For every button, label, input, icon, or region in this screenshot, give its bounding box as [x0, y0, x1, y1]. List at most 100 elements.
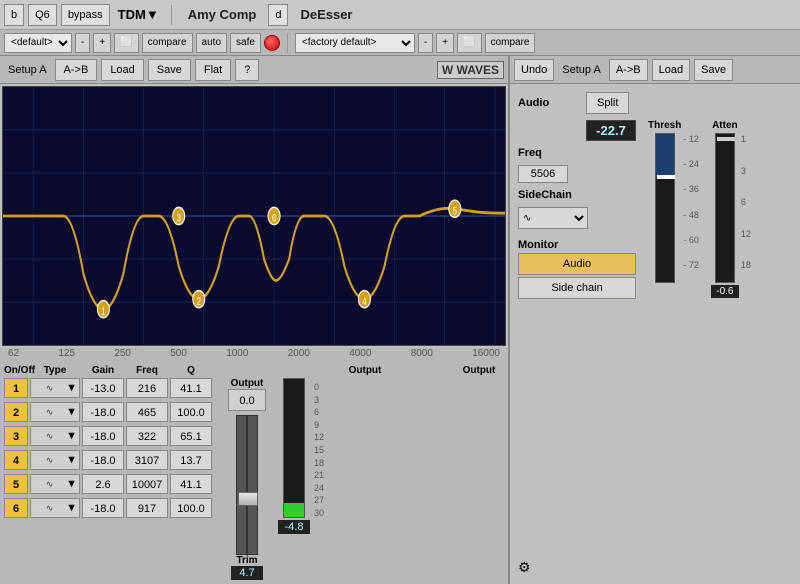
atten-value: -0.6	[711, 285, 739, 298]
freq-125: 125	[58, 348, 75, 359]
output-meter-fill	[284, 503, 304, 517]
band-row-3: 3 ∿ ▼ -18.0 322 65.1	[4, 426, 212, 446]
eq-load-btn[interactable]: Load	[101, 59, 143, 81]
atten-scale: 1 3 6 12 18	[741, 120, 751, 270]
atten-scale-12: 12	[741, 229, 751, 239]
gear-icon[interactable]: ⚙	[518, 559, 531, 576]
preset-select-left[interactable]: <default>	[4, 33, 72, 53]
thresh-value[interactable]: -22.7	[586, 120, 636, 141]
preset-select-right[interactable]: <factory default>	[295, 33, 415, 53]
compare-btn-right[interactable]: compare	[485, 33, 536, 53]
band-6-toggle[interactable]: 6	[4, 498, 28, 518]
split-btn[interactable]: Split	[586, 92, 629, 114]
de-ab-btn[interactable]: A->B	[609, 59, 648, 81]
header-on-off: On/Off	[4, 365, 28, 376]
de-load-btn[interactable]: Load	[652, 59, 690, 81]
auto-btn[interactable]: auto	[196, 33, 227, 53]
band-2-toggle[interactable]: 2	[4, 402, 28, 422]
band-5-gain[interactable]: 2.6	[82, 474, 124, 494]
eq-save-btn[interactable]: Save	[148, 59, 191, 81]
band-row-5: 5 ∿ ▼ 2.6 10007 41.1	[4, 474, 212, 494]
eq-help-btn[interactable]: ?	[235, 59, 259, 81]
eq-flat-btn[interactable]: Flat	[195, 59, 231, 81]
de-save-btn[interactable]: Save	[694, 59, 733, 81]
band-1-type[interactable]: ∿ ▼	[30, 378, 80, 398]
band-1-freq[interactable]: 216	[126, 378, 168, 398]
band-1-gain[interactable]: -13.0	[82, 378, 124, 398]
band-6-q[interactable]: 100.0	[170, 498, 212, 518]
eq-panel: Setup A A->B Load Save Flat ? W WAVES	[0, 56, 510, 584]
record-indicator	[264, 35, 280, 51]
band-2-gain[interactable]: -18.0	[82, 402, 124, 422]
trim-slider-track[interactable]	[236, 415, 258, 555]
sidechain-label: SideChain	[518, 189, 578, 201]
plugin-id-btn[interactable]: Q6	[28, 4, 57, 26]
band-5-toggle[interactable]: 5	[4, 474, 28, 494]
band-4-freq[interactable]: 3107	[126, 450, 168, 470]
band-6-gain[interactable]: -18.0	[82, 498, 124, 518]
monitor-section: Monitor Audio Side chain	[518, 239, 636, 299]
band-3-q[interactable]: 65.1	[170, 426, 212, 446]
sidechain-select[interactable]: ∿	[518, 207, 588, 229]
band-2-dropdown-icon: ▼	[66, 406, 77, 418]
minus-btn-right[interactable]: -	[418, 33, 433, 53]
band-4-q[interactable]: 13.7	[170, 450, 212, 470]
band-2-freq[interactable]: 465	[126, 402, 168, 422]
de-esser-label: DeEsser	[292, 7, 360, 22]
atten-slider[interactable]	[715, 133, 735, 283]
safe-btn[interactable]: safe	[230, 33, 261, 53]
separator	[171, 5, 172, 25]
band-3-freq[interactable]: 322	[126, 426, 168, 446]
sidechain-monitor-btn[interactable]: Side chain	[518, 277, 636, 299]
thresh-slider-label: Thresh	[648, 120, 681, 131]
band-4-gain[interactable]: -18.0	[82, 450, 124, 470]
de-content: Audio Split -22.7 Freq 550	[510, 84, 800, 584]
band-5-freq[interactable]: 10007	[126, 474, 168, 494]
copy-btn-left[interactable]: ⬜	[114, 33, 138, 53]
band-6-freq[interactable]: 917	[126, 498, 168, 518]
separator2	[287, 33, 288, 53]
output-value-box[interactable]: 0.0	[228, 389, 266, 411]
band-row-6: 6 ∿ ▼ -18.0 917 100.0	[4, 498, 212, 518]
tdm-label: TDM▼	[114, 7, 163, 22]
bypass-btn[interactable]: bypass	[61, 4, 110, 26]
minus-btn-left[interactable]: -	[75, 33, 90, 53]
audio-monitor-btn[interactable]: Audio	[518, 253, 636, 275]
scale-neg48: - 48	[683, 210, 699, 220]
header-freq: Freq	[126, 365, 168, 376]
band-5-type[interactable]: ∿ ▼	[30, 474, 80, 494]
band-2-q[interactable]: 100.0	[170, 402, 212, 422]
output-center-label: Output	[231, 378, 264, 389]
band-3-type[interactable]: ∿ ▼	[30, 426, 80, 446]
undo-btn[interactable]: Undo	[514, 59, 554, 81]
de-setup-label: Setup A	[558, 64, 605, 76]
d-btn[interactable]: d	[268, 4, 288, 26]
band-4-type[interactable]: ∿ ▼	[30, 450, 80, 470]
band-3-gain[interactable]: -18.0	[82, 426, 124, 446]
band-5-q[interactable]: 41.1	[170, 474, 212, 494]
eq-curve-svg: 1 2 3 6 4 5	[3, 87, 505, 345]
header-type: Type	[30, 365, 80, 376]
thresh-slider[interactable]	[655, 133, 675, 283]
eq-display[interactable]: 1 2 3 6 4 5	[2, 86, 506, 346]
band-1-q[interactable]: 41.1	[170, 378, 212, 398]
eq-ab-btn[interactable]: A->B	[55, 59, 98, 81]
band-1-toggle[interactable]: 1	[4, 378, 28, 398]
left-btn[interactable]: b	[4, 4, 24, 26]
freq-value[interactable]: 5506	[518, 165, 568, 183]
trim-label: Trim	[236, 555, 257, 566]
bands-container: 1 ∿ ▼ -13.0 216 41.1 2 ∿	[4, 378, 212, 580]
band-4-toggle[interactable]: 4	[4, 450, 28, 470]
scale-0: 0	[314, 382, 324, 392]
compare-btn-left[interactable]: compare	[142, 33, 193, 53]
band-2-type[interactable]: ∿ ▼	[30, 402, 80, 422]
trim-thumb[interactable]	[238, 492, 258, 506]
copy-btn-right[interactable]: ⬜	[457, 33, 481, 53]
plus-btn-right[interactable]: +	[436, 33, 454, 53]
band-3-toggle[interactable]: 3	[4, 426, 28, 446]
band-6-type[interactable]: ∿ ▼	[30, 498, 80, 518]
band-3-dropdown-icon: ▼	[66, 430, 77, 442]
band-row-2: 2 ∿ ▼ -18.0 465 100.0	[4, 402, 212, 422]
atten-label: Atten	[712, 120, 738, 131]
plus-btn-left[interactable]: +	[93, 33, 111, 53]
